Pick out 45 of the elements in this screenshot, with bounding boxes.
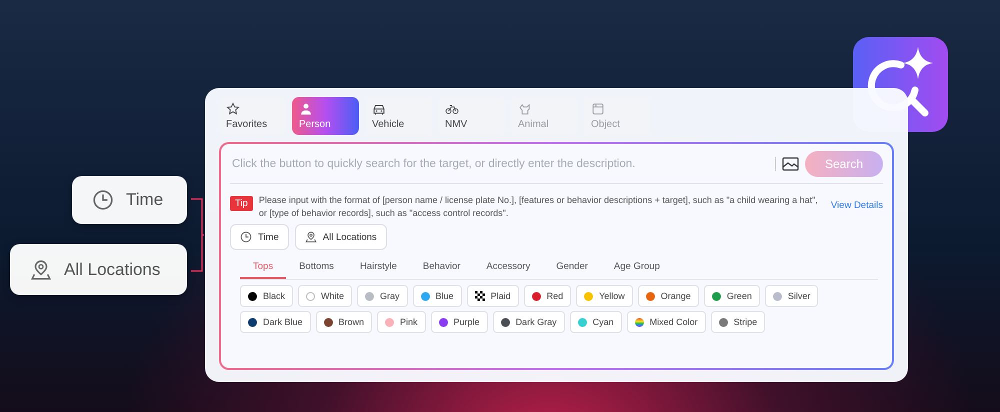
image-icon[interactable] <box>782 157 799 171</box>
color-chip[interactable]: Pink <box>377 311 426 333</box>
search-field[interactable]: Click the button to quickly search for the target, or directly enter the description. <box>230 150 769 178</box>
attribute-tab[interactable]: Bottoms <box>286 258 347 279</box>
rainbow-dot-icon <box>634 318 644 326</box>
attribute-tab[interactable]: Age Group <box>600 258 673 279</box>
tip-badge: Tip <box>230 196 253 211</box>
car-icon <box>372 102 386 116</box>
attribute-tab[interactable]: Hairstyle <box>346 258 410 279</box>
location-pin-icon <box>304 231 317 243</box>
color-chip[interactable]: Red <box>524 285 572 307</box>
color-chip[interactable]: Dark Gray <box>492 311 565 333</box>
filter-button[interactable]: All Locations <box>294 224 387 250</box>
attribute-tab[interactable]: Accessory <box>473 258 544 279</box>
color-chip[interactable]: Green <box>704 285 760 307</box>
color-chip[interactable]: Cyan <box>570 311 622 333</box>
clock-icon <box>92 189 114 211</box>
color-chip[interactable]: Silver <box>764 285 818 307</box>
location-pin-icon <box>30 258 52 280</box>
star-icon <box>226 102 240 116</box>
color-chip[interactable]: Black <box>240 285 294 307</box>
color-chip[interactable]: Blue <box>412 285 462 307</box>
person-icon <box>299 102 313 116</box>
color-chip[interactable]: Brown <box>316 311 372 333</box>
box-icon <box>591 102 605 116</box>
color-chip[interactable]: Purple <box>430 311 488 333</box>
tip-text: Please input with the format of [person name / license plate No.], [features or behavior descriptions + target], such as "a child wearing a hat", or [type of behavior records], such as "access control records". <box>258 194 819 219</box>
color-chip[interactable]: Plaid <box>466 285 519 307</box>
category-tab[interactable]: Person <box>292 97 359 135</box>
color-chip[interactable]: Mixed Color <box>626 311 706 333</box>
animal-icon <box>518 102 532 116</box>
bicycle-icon <box>445 102 459 116</box>
color-chip[interactable]: Gray <box>357 285 408 307</box>
filter-button[interactable]: Time <box>230 224 289 250</box>
clock-icon <box>240 231 252 243</box>
filter-callout[interactable]: All Locations <box>10 244 187 295</box>
color-chip[interactable]: Yellow <box>576 285 633 307</box>
filter-callout[interactable]: Time <box>72 176 187 224</box>
attribute-tab[interactable]: Gender <box>543 258 601 279</box>
color-chip[interactable]: Dark Blue <box>240 311 311 333</box>
color-chip[interactable]: Stripe <box>710 311 766 333</box>
view-details-link[interactable]: View Details <box>830 200 883 211</box>
attribute-tab[interactable]: Behavior <box>410 258 474 279</box>
color-chip[interactable]: White <box>298 285 352 307</box>
color-chip[interactable]: Orange <box>638 285 699 307</box>
